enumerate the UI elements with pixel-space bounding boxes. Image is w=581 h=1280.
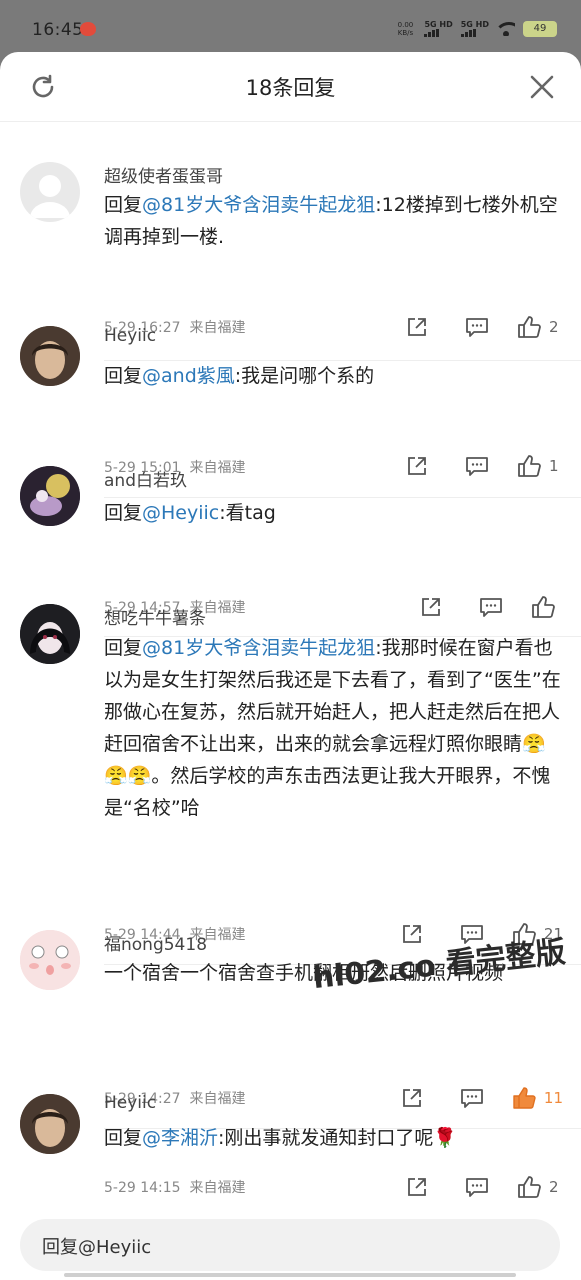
- like-icon[interactable]: [517, 454, 541, 478]
- comment-text: 回复@and紫風:我是问哪个系的: [104, 360, 564, 392]
- mention-link[interactable]: @81岁大爷含泪卖牛起龙狙: [142, 194, 375, 216]
- comment-source: 来自福建: [189, 460, 246, 476]
- mention-link[interactable]: @and紫風: [142, 365, 235, 387]
- comment-actions: 1: [369, 454, 563, 478]
- username[interactable]: 福nong5418: [104, 930, 207, 955]
- share-icon[interactable]: [405, 454, 429, 478]
- mention-link[interactable]: @81岁大爷含泪卖牛起龙狙: [142, 637, 375, 659]
- avatar[interactable]: [20, 1094, 80, 1154]
- sheet-title: 18条回复: [245, 76, 336, 100]
- comment-text: 回复@81岁大爷含泪卖牛起龙狙:我那时候在窗户看也以为是女生打架然后我还是下去看…: [104, 632, 564, 824]
- avatar[interactable]: [20, 604, 80, 664]
- net-speed-value: 0.00: [397, 20, 414, 29]
- comment-meta: 5-29 14:15 来自福建: [104, 1177, 245, 1197]
- close-icon[interactable]: [529, 74, 555, 100]
- reply-input-placeholder: 回复@Heyiic: [42, 1237, 152, 1258]
- avatar[interactable]: [20, 466, 80, 526]
- comment-actions: 2: [369, 1175, 563, 1199]
- like-button[interactable]: 2: [517, 1175, 563, 1199]
- comment-body: :我那时候在窗户看也以为是女生打架然后我还是下去看了，看到了“医生”在那做心在复…: [104, 637, 561, 819]
- like-button[interactable]: [531, 595, 555, 619]
- comment-text: 回复@李湘沂:刚出事就发通知封口了呢🌹: [104, 1122, 564, 1154]
- replies-sheet: 18条回复 超级使者蛋蛋哥 回复@81岁大爷含泪卖牛起龙狙:12楼掉到七楼外机空…: [0, 52, 581, 1280]
- like-icon[interactable]: [517, 315, 541, 339]
- mention-link[interactable]: @Heyiic: [142, 502, 219, 524]
- comment-icon[interactable]: [465, 1175, 489, 1199]
- sim1-label: 5G HD: [424, 20, 453, 29]
- comment-text: 回复@81岁大爷含泪卖牛起龙狙:12楼掉到七楼外机空调再掉到一楼.: [104, 189, 564, 253]
- sim2-label: 5G HD: [460, 20, 489, 29]
- comment-actions: 2: [369, 315, 563, 339]
- status-icons: 0.00 KB/s 5G HD 5G HD 49: [394, 20, 557, 37]
- share-icon[interactable]: [405, 1175, 429, 1199]
- comment-source: 来自福建: [189, 320, 246, 336]
- weibo-notification-icon: [80, 22, 96, 36]
- share-icon[interactable]: [400, 1086, 424, 1110]
- like-icon[interactable]: [517, 1175, 541, 1199]
- like-button[interactable]: 2: [517, 315, 563, 339]
- status-bar: 16:45 0.00 KB/s 5G HD 5G HD 49: [0, 0, 581, 52]
- sim2-signal-icon: 5G HD: [460, 20, 489, 37]
- avatar[interactable]: [20, 930, 80, 990]
- comment-icon[interactable]: [465, 315, 489, 339]
- share-icon[interactable]: [405, 315, 429, 339]
- like-button[interactable]: 11: [512, 1086, 563, 1110]
- comment-icon[interactable]: [460, 1086, 484, 1110]
- like-icon-active[interactable]: [512, 1086, 536, 1110]
- username[interactable]: Heyiic: [104, 1093, 156, 1113]
- wifi-icon: [497, 21, 515, 36]
- reply-prefix: 回复: [104, 1127, 143, 1149]
- reply-prefix: 回复: [104, 194, 143, 216]
- comment-body: :我是问哪个系的: [234, 365, 375, 387]
- net-speed-unit: KB/s: [397, 28, 414, 37]
- comment-icon[interactable]: [479, 595, 503, 619]
- like-icon[interactable]: [531, 595, 555, 619]
- reply-prefix: 回复: [104, 365, 143, 387]
- net-speed: 0.00 KB/s: [394, 21, 416, 37]
- username[interactable]: 想吃牛牛薯条: [104, 604, 206, 629]
- username[interactable]: 超级使者蛋蛋哥: [104, 162, 223, 187]
- sheet-header: 18条回复: [0, 52, 581, 122]
- mention-link[interactable]: @李湘沂: [142, 1127, 218, 1149]
- comment-icon[interactable]: [465, 454, 489, 478]
- avatar[interactable]: [20, 326, 80, 386]
- like-count: 1: [549, 457, 559, 475]
- avatar[interactable]: [20, 162, 80, 222]
- comment-body: :刚出事就发通知封口了呢🌹: [218, 1127, 458, 1149]
- battery-icon: 49: [523, 20, 557, 37]
- like-count: 2: [549, 318, 559, 336]
- comment-source: 来自福建: [189, 1180, 246, 1196]
- comment-actions: [383, 595, 555, 619]
- username[interactable]: and白若玖: [104, 466, 187, 491]
- username[interactable]: Heyiic: [104, 326, 156, 346]
- gesture-bar: [64, 1273, 516, 1277]
- like-button[interactable]: 1: [517, 454, 563, 478]
- comment-source: 来自福建: [189, 1091, 246, 1107]
- comment-body: :看tag: [219, 502, 276, 524]
- comment-time: 5-29 14:15: [104, 1180, 181, 1196]
- comment-actions: 11: [364, 1086, 563, 1110]
- reply-prefix: 回复: [104, 502, 143, 524]
- share-icon[interactable]: [419, 595, 443, 619]
- sim1-signal-icon: 5G HD: [424, 20, 453, 37]
- like-count: 11: [543, 1089, 563, 1107]
- reply-input[interactable]: 回复@Heyiic: [20, 1219, 560, 1271]
- status-time: 16:45: [32, 20, 84, 40]
- reply-prefix: 回复: [104, 637, 143, 659]
- comment-text: 回复@Heyiic:看tag: [104, 497, 564, 529]
- like-count: 2: [549, 1178, 559, 1196]
